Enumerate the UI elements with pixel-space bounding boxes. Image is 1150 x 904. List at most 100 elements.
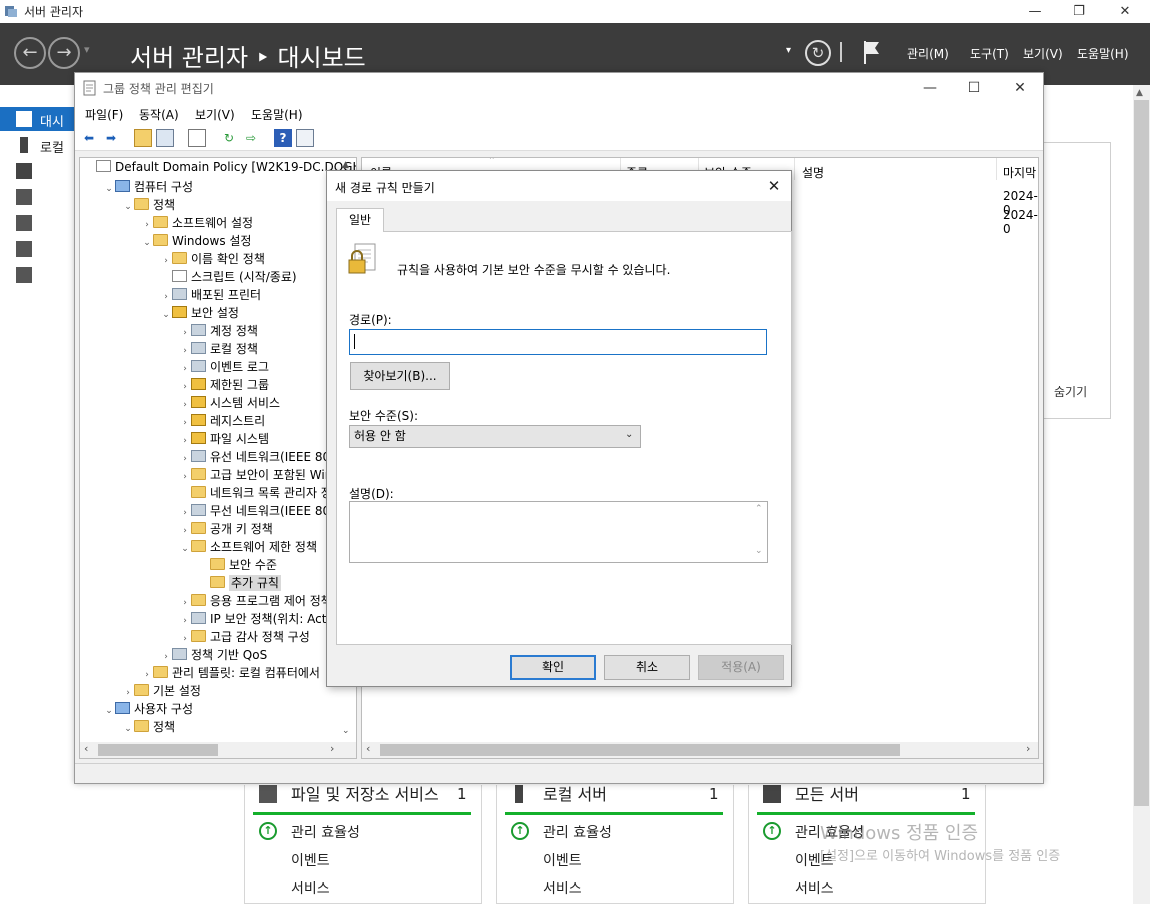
export-list-icon[interactable]: ⇨: [242, 129, 260, 147]
column-divider[interactable]: [794, 158, 795, 180]
refresh-icon[interactable]: ↻: [805, 40, 831, 66]
tile-row-services[interactable]: 서비스: [795, 878, 834, 898]
scroll-right-icon[interactable]: ›: [1026, 742, 1030, 755]
security-level-select[interactable]: 허용 안 함: [349, 425, 641, 448]
tree-item[interactable]: 네트워크 목록 관리자 정: [84, 484, 356, 502]
expand-chevron-icon[interactable]: ›: [122, 688, 134, 698]
sidebar-item-local-server[interactable]: 로컬: [0, 133, 75, 157]
show-action-pane-icon[interactable]: [296, 129, 314, 147]
tree-item[interactable]: ⌄ 컴퓨터 구성: [84, 178, 356, 196]
tree-item[interactable]: › 기본 설정: [84, 682, 356, 700]
tree-item[interactable]: › 이름 확인 정책: [84, 250, 356, 268]
tree-item[interactable]: › 로컬 정책: [84, 340, 356, 358]
expand-chevron-icon[interactable]: ›: [179, 508, 191, 518]
collapse-chevron-icon[interactable]: ⌄: [103, 184, 115, 194]
properties-icon[interactable]: [188, 129, 206, 147]
sidebar-item-iis[interactable]: [0, 237, 75, 261]
expand-chevron-icon[interactable]: ›: [160, 292, 172, 302]
tab-general[interactable]: 일반: [336, 208, 384, 232]
sidebar-item-ad[interactable]: [0, 185, 75, 209]
expand-chevron-icon[interactable]: ›: [179, 328, 191, 338]
tree-item[interactable]: › 파일 시스템: [84, 430, 356, 448]
page-scrollbar-thumb[interactable]: [1134, 100, 1149, 806]
expand-chevron-icon[interactable]: ›: [141, 670, 153, 680]
tile-row-events[interactable]: 이벤트: [543, 850, 582, 870]
menu-manage[interactable]: 관리(M): [907, 45, 949, 62]
tree-item[interactable]: › 유선 네트워크(IEEE 802: [84, 448, 356, 466]
tile-file-storage[interactable]: 파일 및 저장소 서비스 1 ↑ 관리 효율성 이벤트 서비스: [244, 785, 482, 904]
tree-scroll-thumb[interactable]: [98, 744, 218, 756]
expand-chevron-icon[interactable]: ›: [179, 634, 191, 644]
expand-chevron-icon[interactable]: ›: [179, 436, 191, 446]
collapse-chevron-icon[interactable]: ⌄: [141, 238, 153, 248]
scroll-left-icon[interactable]: ‹: [84, 742, 88, 755]
tree-item[interactable]: › 무선 네트워크(IEEE 802: [84, 502, 356, 520]
refresh-icon[interactable]: ↻: [220, 129, 238, 147]
tree-item[interactable]: ⌄ 소프트웨어 제한 정책: [84, 538, 356, 556]
tree-item[interactable]: 보안 수준: [84, 556, 356, 574]
tree-item[interactable]: › 고급 보안이 포함된 Win: [84, 466, 356, 484]
tree-item[interactable]: Default Domain Policy [W2K19-DC.DOGH: [84, 160, 356, 178]
gpe-close-button[interactable]: ✕: [997, 73, 1043, 103]
column-header-last-modified[interactable]: 마지막: [1003, 164, 1036, 181]
tree-item[interactable]: ⌄ 정책: [84, 196, 356, 214]
description-textarea[interactable]: [349, 501, 768, 563]
cancel-button[interactable]: 취소: [604, 655, 690, 680]
tree-item[interactable]: › 고급 감사 정책 구성: [84, 628, 356, 646]
tile-row-services[interactable]: 서비스: [291, 878, 330, 898]
expand-chevron-icon[interactable]: ›: [179, 472, 191, 482]
apply-button[interactable]: 적용(A): [698, 655, 784, 680]
tree-item[interactable]: 스크립트 (시작/종료): [84, 268, 356, 286]
textarea-scrollbar[interactable]: ⌃ ⌄: [751, 502, 767, 562]
menu-action[interactable]: 동작(A): [139, 106, 179, 123]
tree-item[interactable]: ⌄ 사용자 구성: [84, 700, 356, 718]
tree-item[interactable]: › 관리 템플릿: 로컬 컴퓨터에서: [84, 664, 356, 682]
tree-item[interactable]: › 소프트웨어 설정: [84, 214, 356, 232]
list-item-date[interactable]: 2024-0: [1003, 208, 1038, 236]
menu-help[interactable]: 도움말(H): [251, 106, 303, 123]
tree-item[interactable]: › 시스템 서비스: [84, 394, 356, 412]
expand-chevron-icon[interactable]: ›: [141, 220, 153, 230]
scroll-down-icon[interactable]: ⌄: [342, 726, 350, 736]
back-icon[interactable]: ⬅: [80, 129, 98, 147]
expand-chevron-icon[interactable]: ›: [179, 454, 191, 464]
path-input[interactable]: [349, 329, 767, 355]
collapse-chevron-icon[interactable]: ⌄: [122, 724, 134, 734]
policy-tree[interactable]: Default Domain Policy [W2K19-DC.DOGH ⌄ 컴퓨터…: [79, 157, 357, 759]
sidebar-item-dns[interactable]: [0, 211, 75, 235]
expand-chevron-icon[interactable]: ›: [179, 616, 191, 626]
tile-local-server[interactable]: 로컬 서버 1 ↑ 관리 효율성 이벤트 서비스: [496, 785, 734, 904]
flag-icon[interactable]: [862, 39, 882, 65]
tree-item[interactable]: › IP 보안 정책(위치: Activ: [84, 610, 356, 628]
collapse-chevron-icon[interactable]: ⌄: [122, 202, 134, 212]
tree-item[interactable]: ⌄ 정책: [84, 718, 356, 736]
scroll-up-icon[interactable]: ⌃: [755, 504, 763, 514]
scroll-left-icon[interactable]: ‹: [366, 742, 370, 755]
tree-item[interactable]: › 제한된 그룹: [84, 376, 356, 394]
menu-file[interactable]: 파일(F): [85, 106, 123, 123]
help-icon[interactable]: ?: [274, 129, 292, 147]
tree-item[interactable]: › 레지스트리: [84, 412, 356, 430]
ok-button[interactable]: 확인: [510, 655, 596, 680]
menu-view[interactable]: 보기(V): [1023, 45, 1063, 62]
expand-chevron-icon[interactable]: ›: [160, 256, 172, 266]
list-scroll-thumb[interactable]: [380, 744, 900, 756]
tree-item[interactable]: › 공개 키 정책: [84, 520, 356, 538]
collapse-chevron-icon[interactable]: ⌄: [179, 544, 191, 554]
scroll-up-icon[interactable]: ▲: [342, 160, 349, 170]
expand-chevron-icon[interactable]: ›: [179, 400, 191, 410]
collapse-chevron-icon[interactable]: ⌄: [160, 310, 172, 320]
expand-chevron-icon[interactable]: ›: [179, 418, 191, 428]
hide-link[interactable]: 숨기기: [1054, 383, 1087, 400]
menu-view[interactable]: 보기(V): [195, 106, 235, 123]
back-arrow-icon[interactable]: ←: [14, 37, 46, 69]
collapse-chevron-icon[interactable]: ⌄: [103, 706, 115, 716]
expand-chevron-icon[interactable]: ›: [179, 598, 191, 608]
history-dropdown-icon[interactable]: ▾: [84, 43, 90, 56]
minimize-button[interactable]: —: [1012, 0, 1058, 23]
menu-help[interactable]: 도움말(H): [1077, 45, 1129, 62]
scroll-down-icon[interactable]: ⌄: [755, 546, 763, 556]
dialog-close-icon[interactable]: ✕: [761, 175, 787, 197]
tree-item[interactable]: 추가 규칙: [84, 574, 356, 592]
sidebar-item-file[interactable]: [0, 263, 75, 287]
